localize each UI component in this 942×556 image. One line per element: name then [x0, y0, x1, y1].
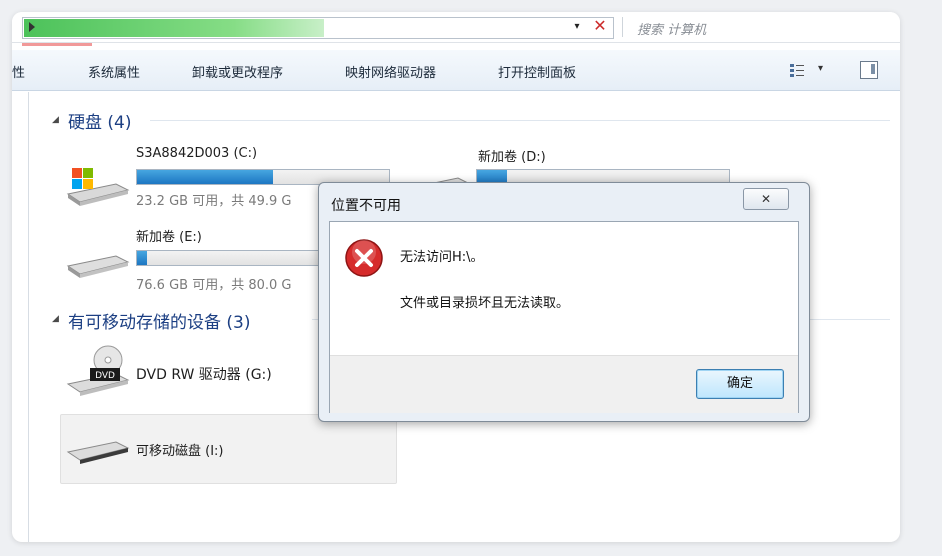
stop-icon[interactable]: ✕	[589, 16, 611, 36]
toolbar-properties[interactable]: 性	[12, 62, 25, 81]
group-header-hard-drives[interactable]: 硬盘 (4)	[68, 108, 131, 133]
error-dialog: 位置不可用 ✕ 无法访问H:\。 文件或目录损坏且无法读取。 确定	[318, 182, 810, 422]
drive-i-name[interactable]: 可移动磁盘 (I:)	[136, 440, 224, 459]
dialog-title: 位置不可用	[331, 198, 401, 214]
drive-c-free-space: 23.2 GB 可用，共 49.9 G	[136, 194, 292, 209]
group-header-removable[interactable]: 有可移动存储的设备 (3)	[68, 308, 250, 333]
toolbar-uninstall-program[interactable]: 卸载或更改程序	[192, 62, 283, 81]
drive-g-name[interactable]: DVD RW 驱动器 (G:)	[136, 364, 272, 384]
close-icon: ✕	[760, 192, 772, 206]
command-toolbar: 性 系统属性 卸载或更改程序 映射网络驱动器 打开控制面板 ▾	[12, 50, 900, 91]
windows-drive-icon	[66, 168, 130, 206]
nav-pane-edge	[28, 92, 29, 542]
dialog-message: 无法访问H:\。	[400, 250, 484, 265]
error-icon	[345, 239, 383, 277]
dvd-drive-icon: DVD	[66, 345, 130, 396]
drive-d-name[interactable]: 新加卷 (D:)	[478, 146, 546, 165]
drive-e-name[interactable]: 新加卷 (E:)	[136, 226, 202, 245]
toolbar-map-network-drive[interactable]: 映射网络驱动器	[345, 62, 436, 81]
view-dropdown-icon[interactable]: ▾	[818, 63, 823, 74]
drive-c-name[interactable]: S3A8842D003 (C:)	[136, 146, 257, 161]
collapse-triangle-icon[interactable]: ◢	[52, 115, 59, 125]
dialog-detail: 文件或目录损坏且无法读取。	[400, 296, 570, 311]
collapse-triangle-icon[interactable]: ◢	[52, 314, 59, 324]
hard-drive-icon	[66, 255, 130, 278]
toolbar-open-control-panel[interactable]: 打开控制面板	[498, 62, 576, 81]
dialog-close-button[interactable]: ✕	[743, 188, 789, 210]
address-strip: ▾ ✕ 搜索 计算机	[12, 12, 900, 43]
drive-e-free-space: 76.6 GB 可用，共 80.0 G	[136, 278, 292, 293]
dialog-body: 无法访问H:\。 文件或目录损坏且无法读取。 确定	[329, 221, 799, 413]
address-progress	[24, 19, 324, 37]
toolbar-system-properties[interactable]: 系统属性	[88, 62, 140, 81]
tab-accent	[22, 43, 92, 46]
address-dropdown-icon[interactable]: ▾	[567, 17, 587, 37]
group-divider	[150, 120, 890, 121]
breadcrumb-arrow-icon[interactable]	[29, 22, 35, 32]
drive-e-usage-fill	[137, 251, 148, 265]
search-input[interactable]: 搜索 计算机	[622, 17, 898, 38]
ok-button[interactable]: 确定	[696, 369, 784, 399]
drive-c-usage-fill	[137, 170, 274, 184]
explorer-window: ▾ ✕ 搜索 计算机 性 系统属性 卸载或更改程序 映射网络驱动器 打开控制面板…	[12, 12, 900, 542]
address-bar[interactable]	[22, 17, 614, 39]
dvd-badge: DVD	[95, 371, 115, 381]
preview-pane-icon[interactable]	[860, 61, 878, 79]
search-placeholder: 搜索 计算机	[637, 23, 707, 38]
removable-disk-icon	[66, 441, 130, 464]
view-options-icon[interactable]	[790, 63, 804, 77]
